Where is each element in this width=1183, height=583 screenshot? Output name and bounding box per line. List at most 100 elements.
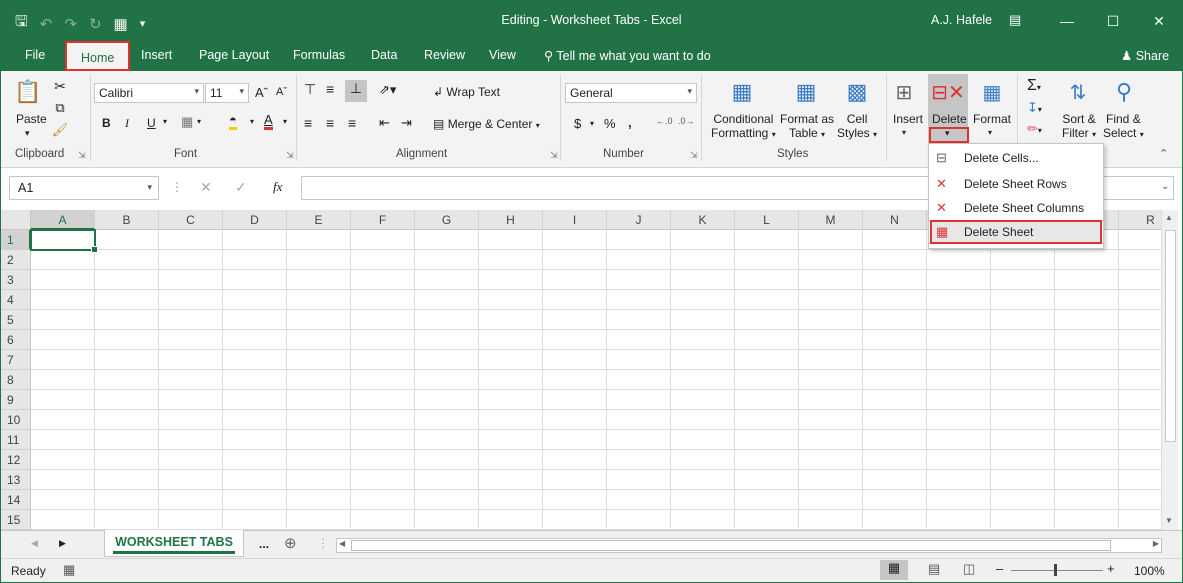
row-header[interactable]: 4 [1, 290, 31, 310]
column-header[interactable]: N [863, 210, 927, 230]
font-color-dropdown-icon[interactable]: ▾ [283, 117, 287, 126]
insert-dropdown-icon[interactable]: ▾ [902, 128, 906, 137]
grid-icon[interactable]: ▦ [114, 15, 128, 33]
next-sheet-icon[interactable]: ▶ [59, 538, 66, 549]
cancel-icon[interactable]: ✕ [200, 179, 212, 196]
fill-color-icon[interactable]: ◓ [229, 113, 237, 130]
number-launcher-icon[interactable]: ⇲ [690, 150, 698, 161]
font-launcher-icon[interactable]: ⇲ [286, 150, 294, 161]
zoom-in-icon[interactable]: + [1107, 561, 1115, 576]
find-select-icon[interactable]: ⚲ [1109, 77, 1139, 107]
column-header[interactable]: R [1119, 210, 1161, 230]
tab-formulas[interactable]: Formulas [293, 46, 345, 64]
column-header[interactable]: A [31, 210, 95, 230]
row-header[interactable]: 2 [1, 250, 31, 270]
delete-button[interactable]: Delete [932, 112, 967, 126]
font-color-icon[interactable]: A [264, 113, 273, 130]
tab-view[interactable]: View [489, 46, 516, 64]
column-header[interactable]: M [799, 210, 863, 230]
row-header[interactable]: 5 [1, 310, 31, 330]
row-header[interactable]: 1 [1, 230, 31, 250]
menu-item-delete-sheet-rows[interactable]: ✕ Delete Sheet Rows [930, 172, 1102, 196]
format-as-table-icon[interactable]: ▦ [793, 77, 819, 107]
customize-qat-icon[interactable]: ▾ [140, 17, 146, 30]
minimize-icon[interactable]: — [1044, 1, 1090, 41]
clear-icon[interactable]: ✏▾ [1027, 121, 1042, 137]
user-name[interactable]: A.J. Hafele [931, 13, 992, 27]
paste-icon[interactable]: 📋 [14, 77, 41, 107]
font-name-select[interactable]: Calibri ▾ [94, 83, 204, 103]
comma-button[interactable]: , [628, 115, 632, 130]
italic-button[interactable]: I [125, 116, 129, 131]
row-header[interactable]: 14 [1, 490, 31, 510]
wrap-text-button[interactable]: ↲ Wrap Text [433, 85, 500, 99]
vertical-scrollbar[interactable]: ▲ ▼ [1161, 210, 1178, 530]
delete-dropdown-icon[interactable]: ▾ [945, 128, 950, 139]
column-header[interactable]: C [159, 210, 223, 230]
number-format-select[interactable]: General ▾ [565, 83, 697, 103]
autosum-icon[interactable]: Σ▾ [1027, 77, 1041, 95]
zoom-slider-thumb[interactable] [1054, 564, 1057, 576]
align-bottom-icon[interactable]: ⊥ [345, 80, 367, 102]
menu-item-delete-sheet-columns[interactable]: ✕ Delete Sheet Columns [930, 196, 1102, 220]
shrink-font-icon[interactable]: Aˇ [276, 86, 287, 98]
column-header[interactable]: E [287, 210, 351, 230]
column-header[interactable]: H [479, 210, 543, 230]
cell-styles-icon[interactable]: ▩ [844, 77, 870, 107]
tab-home[interactable]: Home [65, 41, 131, 71]
merge-center-button[interactable]: ▤ Merge & Center ▾ [433, 117, 540, 131]
align-center-icon[interactable]: ≡ [326, 115, 334, 131]
clipboard-launcher-icon[interactable]: ⇲ [78, 150, 86, 161]
ribbon-display-options-icon[interactable]: ▤ [1009, 12, 1021, 28]
horizontal-scrollbar[interactable]: ◀ ▶ [336, 538, 1162, 553]
paste-button[interactable]: Paste [16, 112, 47, 126]
maximize-icon[interactable]: ☐ [1090, 1, 1136, 41]
format-cells-icon[interactable]: ▦ [979, 77, 1005, 107]
scroll-left-icon[interactable]: ◀ [339, 539, 345, 548]
alignment-launcher-icon[interactable]: ⇲ [550, 150, 558, 161]
row-header[interactable]: 6 [1, 330, 31, 350]
borders-icon[interactable]: ▦ [181, 114, 193, 130]
conditional-formatting-icon[interactable]: ▦ [729, 77, 755, 107]
decrease-decimal-icon[interactable]: .0→ [678, 116, 695, 126]
row-header[interactable]: 15 [1, 510, 31, 530]
prev-sheet-icon[interactable]: ◀ [31, 538, 38, 549]
align-right-icon[interactable]: ≡ [348, 115, 356, 131]
scroll-down-icon[interactable]: ▼ [1165, 516, 1173, 525]
select-all-corner[interactable] [1, 210, 31, 230]
row-header[interactable]: 12 [1, 450, 31, 470]
increase-indent-icon[interactable]: ⇥ [401, 115, 412, 131]
row-header[interactable]: 8 [1, 370, 31, 390]
column-header[interactable]: G [415, 210, 479, 230]
row-header[interactable]: 3 [1, 270, 31, 290]
tab-page-layout[interactable]: Page Layout [199, 46, 269, 64]
currency-dropdown-icon[interactable]: ▾ [590, 119, 594, 128]
format-dropdown-icon[interactable]: ▾ [988, 128, 992, 137]
column-header[interactable]: L [735, 210, 799, 230]
fill-dropdown-icon[interactable]: ▾ [250, 117, 254, 126]
zoom-out-icon[interactable]: – [996, 561, 1003, 576]
redo-icon[interactable]: ↷ [64, 15, 77, 33]
cut-icon[interactable]: ✂ [51, 77, 69, 95]
zoom-slider[interactable] [1011, 570, 1103, 571]
borders-dropdown-icon[interactable]: ▾ [197, 117, 201, 126]
normal-view-icon[interactable]: ▦ [880, 560, 908, 580]
zoom-level[interactable]: 100% [1134, 564, 1165, 578]
share-button[interactable]: ♟ Share [1121, 48, 1169, 63]
row-header[interactable]: 13 [1, 470, 31, 490]
tell-me-box[interactable]: ⚲ Tell me what you want to do [544, 48, 711, 63]
find-select-button[interactable]: Find & Select ▾ [1103, 112, 1144, 140]
save-icon[interactable]: 🖫 [15, 11, 28, 36]
tab-insert[interactable]: Insert [141, 46, 172, 64]
menu-item-delete-sheet[interactable]: ▦ Delete Sheet [930, 220, 1102, 244]
tab-review[interactable]: Review [424, 46, 465, 64]
decrease-indent-icon[interactable]: ⇤ [379, 115, 390, 131]
tab-file[interactable]: File [25, 46, 45, 64]
column-header[interactable]: F [351, 210, 415, 230]
page-layout-view-icon[interactable]: ▤ [928, 561, 940, 577]
row-header[interactable]: 7 [1, 350, 31, 370]
row-header[interactable]: 10 [1, 410, 31, 430]
row-header[interactable]: 9 [1, 390, 31, 410]
active-cell-a1[interactable] [30, 229, 98, 253]
percent-button[interactable]: % [604, 116, 616, 131]
